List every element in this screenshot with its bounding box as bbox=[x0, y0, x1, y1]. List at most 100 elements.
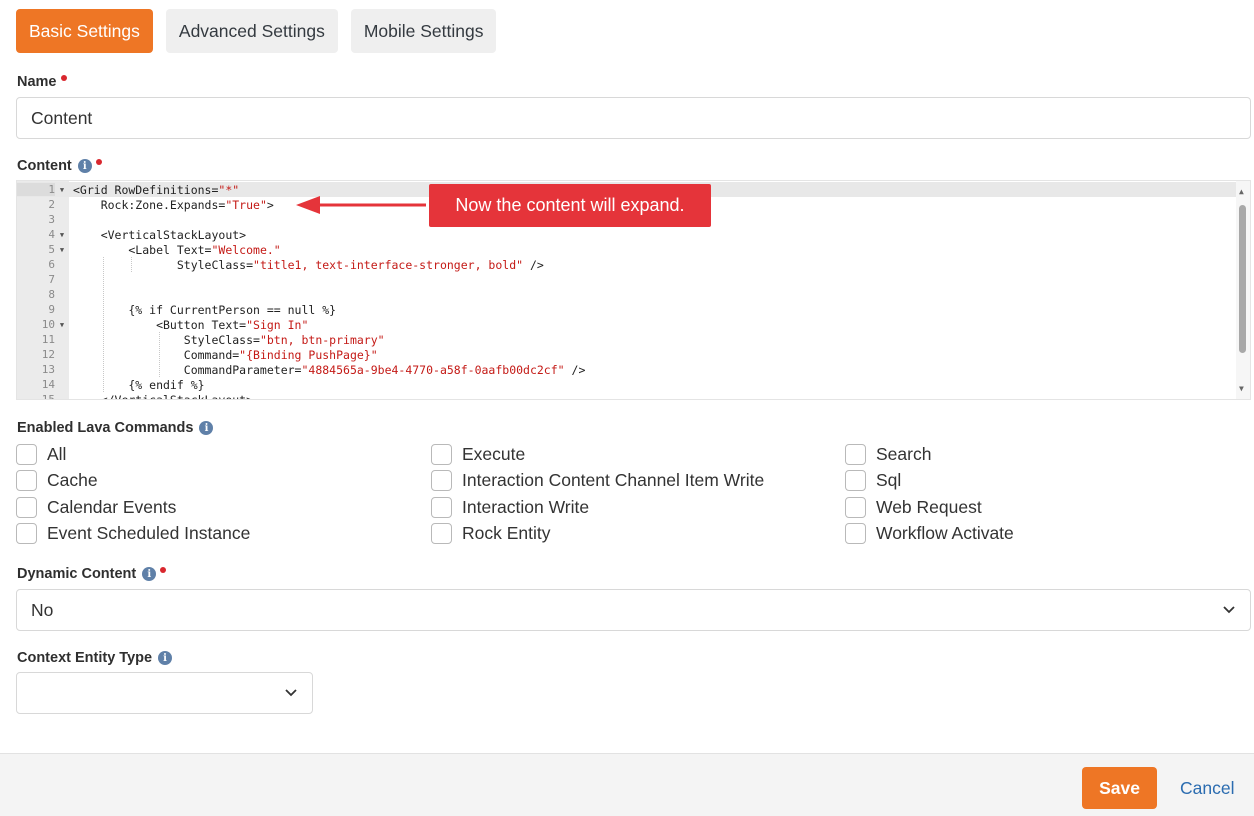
line-number: 11 bbox=[41, 333, 55, 346]
checkbox-box[interactable] bbox=[431, 523, 452, 544]
checkbox-label: Cache bbox=[47, 470, 98, 490]
code-text: Rock:Zone.Expands="True"> bbox=[73, 197, 274, 212]
line-number: 9 bbox=[48, 303, 55, 316]
checkbox-workflow-activate[interactable]: Workflow Activate bbox=[845, 523, 1014, 544]
editor-scrollbar[interactable]: ▲ ▼ bbox=[1236, 181, 1250, 399]
code-line: 11 StyleClass="btn, btn-primary" bbox=[17, 332, 1237, 347]
code-text: {% endif %} bbox=[73, 377, 205, 392]
checkbox-box[interactable] bbox=[16, 444, 37, 465]
scroll-down-icon[interactable]: ▼ bbox=[1239, 384, 1244, 393]
checkbox-box[interactable] bbox=[845, 444, 866, 465]
checkbox-all[interactable]: All bbox=[16, 444, 66, 465]
code-line: 5 ▼ <Label Text="Welcome." bbox=[17, 242, 1237, 257]
tab-advanced-settings[interactable]: Advanced Settings bbox=[165, 9, 338, 53]
lava-commands-label: Enabled Lava Commands i bbox=[17, 420, 214, 436]
checkbox-box[interactable] bbox=[16, 497, 37, 518]
checkbox-label: Interaction Content Channel Item Write bbox=[462, 470, 765, 490]
line-number: 8 bbox=[48, 288, 55, 301]
checkbox-box[interactable] bbox=[431, 470, 452, 491]
code-line: 8 bbox=[17, 287, 1237, 302]
checkbox-box[interactable] bbox=[845, 523, 866, 544]
checkbox-box[interactable] bbox=[845, 497, 866, 518]
content-label: Content i bbox=[17, 158, 102, 174]
line-number: 3 bbox=[48, 213, 55, 226]
checkbox-label: Search bbox=[876, 444, 932, 464]
line-number: 12 bbox=[41, 348, 55, 361]
checkbox-box[interactable] bbox=[431, 497, 452, 518]
code-text: Command="{Binding PushPage}" bbox=[73, 347, 378, 362]
required-indicator bbox=[95, 159, 102, 165]
save-button[interactable]: Save bbox=[1082, 767, 1157, 809]
checkbox-label: Workflow Activate bbox=[876, 523, 1014, 543]
code-line: 15 </VerticalStackLayout> bbox=[17, 392, 1237, 400]
checkbox-box[interactable] bbox=[431, 444, 452, 465]
checkbox-cache[interactable]: Cache bbox=[16, 470, 98, 491]
name-label-text: Name bbox=[17, 74, 57, 90]
fold-toggle-icon[interactable]: ▼ bbox=[55, 186, 69, 194]
code-line: 14 {% endif %} bbox=[17, 377, 1237, 392]
checkbox-execute[interactable]: Execute bbox=[431, 444, 525, 465]
checkbox-sql[interactable]: Sql bbox=[845, 470, 901, 491]
checkbox-label: Execute bbox=[462, 444, 526, 464]
checkbox-rock-entity[interactable]: Rock Entity bbox=[431, 523, 551, 544]
checkbox-calendar-events[interactable]: Calendar Events bbox=[16, 497, 176, 518]
checkbox-label: Sql bbox=[876, 470, 902, 490]
checkbox-box[interactable] bbox=[16, 470, 37, 491]
name-input-value: Content bbox=[31, 107, 93, 128]
line-number: 7 bbox=[48, 273, 55, 286]
scroll-up-icon[interactable]: ▲ bbox=[1239, 187, 1244, 196]
fold-toggle-icon[interactable]: ▼ bbox=[55, 231, 69, 239]
tab-basic-settings[interactable]: Basic Settings bbox=[16, 9, 153, 53]
checkbox-interaction-content-channel-item-write[interactable]: Interaction Content Channel Item Write bbox=[431, 470, 764, 491]
line-number: 10 bbox=[41, 318, 55, 331]
lava-commands-label-text: Enabled Lava Commands bbox=[17, 420, 194, 436]
checkbox-box[interactable] bbox=[16, 523, 37, 544]
checkbox-label: Calendar Events bbox=[47, 497, 177, 517]
indent-guide bbox=[131, 257, 132, 272]
tab-mobile-settings[interactable]: Mobile Settings bbox=[350, 9, 497, 53]
modal-footer bbox=[0, 753, 1254, 816]
code-line: 12 Command="{Binding PushPage}" bbox=[17, 347, 1237, 362]
line-number: 1 bbox=[17, 183, 55, 196]
info-icon[interactable]: i bbox=[158, 651, 173, 665]
info-icon[interactable]: i bbox=[77, 159, 92, 173]
required-indicator bbox=[60, 75, 67, 81]
line-number: 6 bbox=[48, 258, 55, 271]
callout-arrow-icon bbox=[296, 196, 426, 214]
code-text: </VerticalStackLayout> bbox=[73, 392, 254, 400]
scrollbar-thumb[interactable] bbox=[1239, 205, 1246, 353]
checkbox-interaction-write[interactable]: Interaction Write bbox=[431, 497, 589, 518]
line-number: 2 bbox=[48, 198, 55, 211]
annotation-callout: Now the content will expand. bbox=[429, 184, 711, 227]
checkbox-box[interactable] bbox=[845, 470, 866, 491]
checkbox-label: Rock Entity bbox=[462, 523, 551, 543]
code-text: <Button Text="Sign In" bbox=[73, 317, 309, 332]
dynamic-content-select[interactable]: No bbox=[16, 589, 1251, 631]
required-indicator bbox=[160, 567, 167, 573]
callout-text: Now the content will expand. bbox=[455, 195, 685, 215]
checkbox-label: Event Scheduled Instance bbox=[47, 523, 251, 543]
context-entity-type-select[interactable] bbox=[16, 672, 313, 714]
checkbox-search[interactable]: Search bbox=[845, 444, 931, 465]
dynamic-content-value: No bbox=[31, 599, 54, 620]
checkbox-label: Interaction Write bbox=[462, 497, 590, 517]
line-number: 13 bbox=[41, 363, 55, 376]
fold-toggle-icon[interactable]: ▼ bbox=[55, 246, 69, 254]
content-label-text: Content bbox=[17, 158, 72, 174]
info-icon[interactable]: i bbox=[199, 421, 214, 435]
checkbox-label: Web Request bbox=[876, 497, 982, 517]
info-icon[interactable]: i bbox=[142, 567, 157, 581]
code-text: CommandParameter="4884565a-9be4-4770-a58… bbox=[73, 362, 586, 377]
settings-tabs: Basic Settings Advanced Settings Mobile … bbox=[16, 9, 497, 53]
code-text: {% if CurrentPerson == null %} bbox=[73, 302, 337, 317]
checkbox-web-request[interactable]: Web Request bbox=[845, 497, 982, 518]
line-number: 4 bbox=[48, 228, 55, 241]
fold-toggle-icon[interactable]: ▼ bbox=[55, 321, 69, 329]
chevron-down-icon bbox=[285, 689, 297, 697]
dynamic-content-label-text: Dynamic Content bbox=[17, 566, 137, 582]
chevron-down-icon bbox=[1223, 606, 1235, 614]
name-input[interactable]: Content bbox=[16, 97, 1251, 139]
code-line: 4 ▼ <VerticalStackLayout> bbox=[17, 227, 1237, 242]
checkbox-event-scheduled-instance[interactable]: Event Scheduled Instance bbox=[16, 523, 250, 544]
cancel-link[interactable]: Cancel bbox=[1180, 778, 1234, 799]
